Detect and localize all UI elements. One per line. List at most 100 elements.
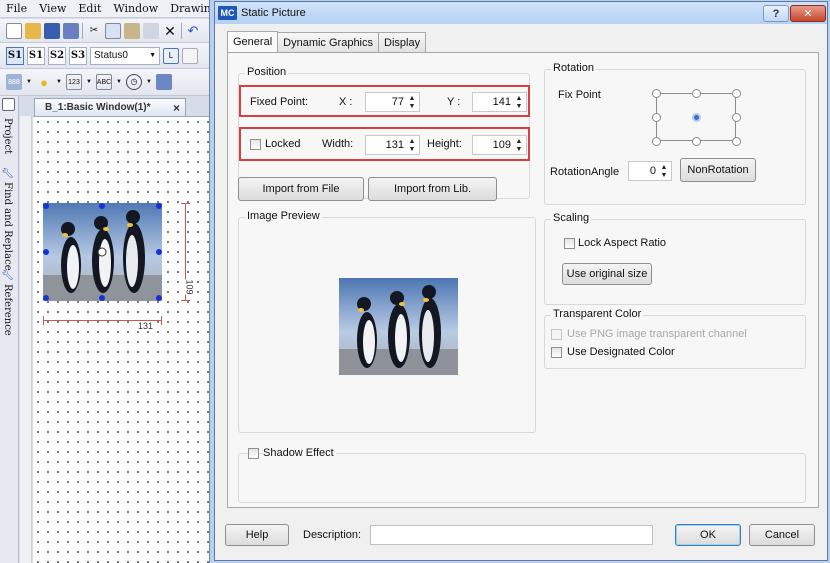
ascii-display-icon[interactable]: ABC <box>96 74 112 90</box>
resize-handle[interactable] <box>156 203 162 209</box>
side-tab-project[interactable]: Project <box>2 118 13 154</box>
x-label: X : <box>339 96 353 108</box>
use-designated-color-checkbox[interactable] <box>551 347 562 358</box>
penguin-picture[interactable] <box>43 203 162 301</box>
menu-edit[interactable]: Edit <box>78 2 101 15</box>
png-transparent-checkbox[interactable] <box>551 329 562 340</box>
toolbar-separator <box>181 22 182 39</box>
x-spinner[interactable]: 77 ▲ ▼ <box>365 92 420 112</box>
lock-aspect-ratio-checkbox[interactable] <box>564 238 575 249</box>
resize-handle[interactable] <box>156 295 162 301</box>
transparent-color-group: Transparent Color <box>544 308 806 369</box>
open-folder-icon[interactable] <box>25 22 41 39</box>
import-from-file-button[interactable]: Import from File <box>238 177 364 201</box>
status-combo[interactable]: Status0 ▼ <box>90 46 160 65</box>
cut-icon[interactable]: ✂ <box>86 23 102 39</box>
width-spinner[interactable]: 131 ▲ ▼ <box>365 135 420 155</box>
design-canvas[interactable]: 131 109 <box>33 116 218 563</box>
tab-dynamic-graphics[interactable]: Dynamic Graphics <box>277 32 379 52</box>
menu-window[interactable]: Window <box>113 2 158 15</box>
scaling-group-title: Scaling <box>551 212 592 224</box>
fixed-point-row: Fixed Point: X : 77 ▲ ▼ Y : 141 ▲ ▼ <box>239 85 530 117</box>
spinner-arrows-icon[interactable]: ▲ ▼ <box>514 95 524 110</box>
shadow-effect-group <box>238 453 806 503</box>
save-icon[interactable] <box>44 22 60 39</box>
undo-icon[interactable]: ↶ <box>185 23 201 39</box>
help-button[interactable]: Help <box>225 524 289 546</box>
description-input[interactable] <box>370 525 653 545</box>
resize-handle[interactable] <box>156 249 162 255</box>
state-button[interactable]: S1 <box>6 46 24 65</box>
import-from-lib-button[interactable]: Import from Lib. <box>368 177 497 201</box>
clipboard-icon[interactable] <box>143 22 159 39</box>
numeric-display-icon[interactable]: 123 <box>66 74 82 90</box>
chevron-down-icon[interactable]: ▼ <box>55 74 63 90</box>
static-picture-dialog: MC Static Picture ? ✕ General Dynamic Gr… <box>214 1 828 561</box>
use-designated-color-label: Use Designated Color <box>567 346 675 358</box>
locked-checkbox[interactable] <box>250 139 261 150</box>
display-icon[interactable]: 888 <box>6 74 22 90</box>
title-help-button[interactable]: ? <box>763 5 789 22</box>
spinner-arrows-icon[interactable]: ▲ ▼ <box>659 164 669 179</box>
bar-graph-icon[interactable] <box>156 74 172 90</box>
resize-handle[interactable] <box>43 203 49 209</box>
grid-icon[interactable] <box>182 47 198 64</box>
chevron-down-icon[interactable]: ▼ <box>115 74 123 90</box>
menu-view[interactable]: View <box>39 2 66 15</box>
delete-icon[interactable]: ✕ <box>162 23 178 39</box>
resize-handle[interactable] <box>43 249 49 255</box>
state-button[interactable]: S1 <box>27 46 45 65</box>
resize-handle[interactable] <box>99 203 105 209</box>
shadow-effect-checkbox[interactable] <box>248 448 259 459</box>
menu-drawing[interactable]: Drawing <box>170 2 218 15</box>
fix-point-dot[interactable] <box>652 89 661 98</box>
panel-icon[interactable] <box>2 98 15 111</box>
fix-point-selected[interactable] <box>692 113 701 122</box>
close-icon[interactable]: × <box>173 101 180 115</box>
image-preview-title: Image Preview <box>245 210 322 222</box>
tab-general[interactable]: General <box>227 31 279 52</box>
dialog-titlebar[interactable]: MC Static Picture ? ✕ <box>215 2 827 24</box>
fix-point-selector[interactable] <box>652 89 741 146</box>
layer-icon[interactable]: L <box>163 47 179 64</box>
copy-icon[interactable] <box>105 22 121 39</box>
menu-file[interactable]: File <box>6 2 27 15</box>
spinner-arrows-icon[interactable]: ▲ ▼ <box>407 138 417 153</box>
fix-point-dot[interactable] <box>732 89 741 98</box>
side-tab-find-replace[interactable]: 🔧︎ Find and Replace <box>2 166 13 270</box>
lamp-icon[interactable]: ● <box>36 74 52 90</box>
non-rotation-button[interactable]: NonRotation <box>680 158 756 182</box>
height-spinner[interactable]: 109 ▲ ▼ <box>472 135 527 155</box>
resize-handle[interactable] <box>43 295 49 301</box>
clock-icon[interactable]: ◷ <box>126 74 142 90</box>
fix-point-dot[interactable] <box>732 137 741 146</box>
close-button[interactable]: ✕ <box>790 5 826 22</box>
y-spinner[interactable]: 141 ▲ ▼ <box>472 92 527 112</box>
document-tab[interactable]: B_1:Basic Window(1)* × <box>34 98 186 116</box>
fix-point-dot[interactable] <box>692 89 701 98</box>
chevron-down-icon[interactable]: ▼ <box>145 74 153 90</box>
description-label: Description: <box>303 529 362 541</box>
tab-display[interactable]: Display <box>378 32 427 52</box>
side-tab-reference[interactable]: 🔧︎ Reference <box>2 268 13 335</box>
cancel-button[interactable]: Cancel <box>749 524 815 546</box>
new-file-icon[interactable] <box>6 22 22 39</box>
resize-handle[interactable] <box>99 295 105 301</box>
chevron-down-icon[interactable]: ▼ <box>25 74 33 90</box>
fix-point-dot[interactable] <box>652 137 661 146</box>
paste-icon[interactable] <box>124 22 140 39</box>
spinner-arrows-icon[interactable]: ▲ ▼ <box>514 138 524 153</box>
chevron-down-icon: ▼ <box>149 52 156 59</box>
rotation-angle-spinner[interactable]: 0 ▲ ▼ <box>628 161 672 181</box>
fix-point-dot[interactable] <box>652 113 661 122</box>
state-button[interactable]: S3 <box>69 46 87 65</box>
fix-point-dot[interactable] <box>732 113 741 122</box>
chevron-down-icon[interactable]: ▼ <box>85 74 93 90</box>
save-all-icon[interactable] <box>63 22 79 39</box>
spinner-arrows-icon[interactable]: ▲ ▼ <box>407 95 417 110</box>
state-button[interactable]: S2 <box>48 46 66 65</box>
toolbar-separator <box>82 22 83 39</box>
fix-point-dot[interactable] <box>692 137 701 146</box>
use-original-size-button[interactable]: Use original size <box>562 263 652 285</box>
ok-button[interactable]: OK <box>675 524 741 546</box>
